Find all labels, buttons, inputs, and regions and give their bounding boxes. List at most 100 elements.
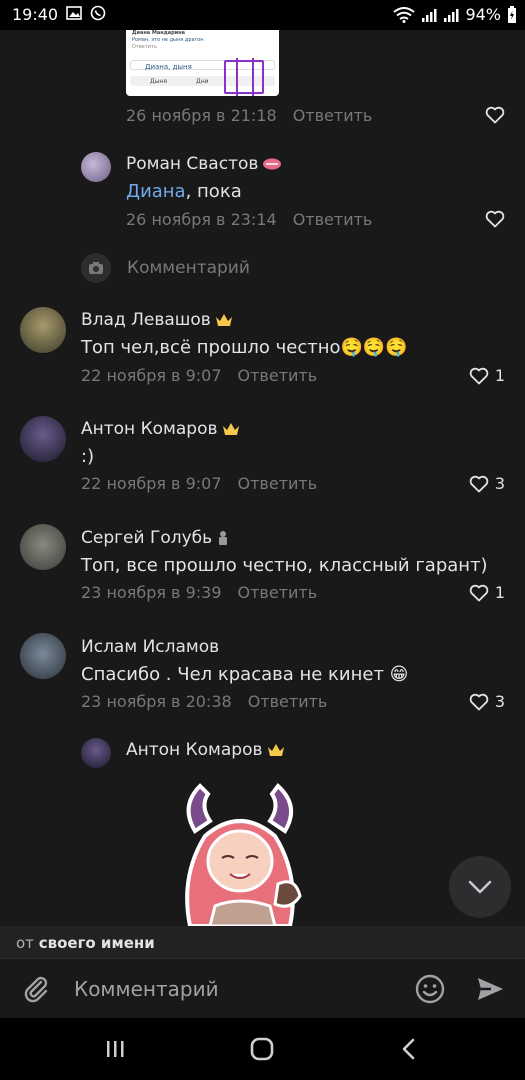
wifi-icon bbox=[393, 6, 416, 23]
like-button[interactable]: 1 bbox=[469, 583, 505, 602]
reply-button[interactable]: Ответить bbox=[238, 366, 318, 385]
like-button[interactable]: 3 bbox=[469, 474, 505, 493]
send-icon[interactable] bbox=[474, 973, 506, 1005]
gallery-icon bbox=[66, 6, 82, 20]
comment-meta: 23 ноября в 20:38 Ответить bbox=[81, 692, 327, 711]
reply-button[interactable]: Ответить bbox=[238, 583, 318, 602]
post-as-selector[interactable]: от своего имени bbox=[0, 926, 525, 958]
comment-text: :) bbox=[81, 446, 95, 467]
comment-meta: 23 ноября в 9:39 Ответить bbox=[81, 583, 317, 602]
comment-date: 23 ноября в 20:38 bbox=[81, 692, 232, 711]
comment-input-placeholder[interactable]: Комментарий bbox=[127, 258, 250, 278]
recent-apps-icon[interactable] bbox=[100, 1034, 130, 1064]
heart-icon bbox=[469, 693, 489, 710]
comment-text: Спасибо . Чел красава не кинет 😁 bbox=[81, 664, 409, 685]
paperclip-icon[interactable] bbox=[20, 973, 52, 1005]
avatar[interactable] bbox=[20, 307, 66, 353]
like-count: 1 bbox=[494, 583, 505, 602]
thumb-word-2: Дни bbox=[196, 78, 209, 85]
comment-author[interactable]: Антон Комаров bbox=[81, 419, 240, 439]
thumb-line-2: Роман, это не дыня драгон bbox=[132, 37, 204, 43]
sticker-image[interactable] bbox=[160, 776, 335, 926]
comments-feed[interactable]: Диана Мандарина Роман, это не дыня драго… bbox=[0, 30, 525, 926]
crown-icon bbox=[222, 423, 239, 435]
reply-button[interactable]: Ответить bbox=[248, 692, 328, 711]
like-button[interactable]: 3 bbox=[469, 692, 505, 711]
comment-text: Топ, все прошло честно, классный гарант) bbox=[81, 555, 488, 576]
avatar[interactable] bbox=[81, 738, 111, 768]
like-count: 3 bbox=[494, 474, 505, 493]
comment-author[interactable]: Сергей Голубь bbox=[81, 528, 230, 548]
signal-icon-2 bbox=[444, 8, 459, 22]
like-count: 1 bbox=[494, 366, 505, 385]
crown-icon bbox=[267, 744, 284, 756]
scroll-down-button[interactable] bbox=[449, 856, 511, 918]
composer-input[interactable]: Комментарий bbox=[74, 977, 219, 1001]
avatar[interactable] bbox=[20, 416, 66, 462]
battery-icon bbox=[508, 5, 516, 23]
comment-author[interactable]: Ислам Исламов bbox=[81, 637, 219, 657]
post-as-prefix: от bbox=[16, 934, 34, 952]
camera-icon bbox=[81, 253, 111, 283]
status-time: 19:40 bbox=[12, 5, 59, 24]
thumb-input-text: Диана, дыня bbox=[145, 63, 192, 71]
like-button[interactable]: 1 bbox=[469, 366, 505, 385]
author-name[interactable]: Антон Комаров bbox=[81, 419, 218, 439]
drawn-grid-mark bbox=[224, 58, 264, 96]
attached-screenshot[interactable]: Диана Мандарина Роман, это не дыня драго… bbox=[126, 30, 279, 96]
comment-date: 22 ноября в 9:07 bbox=[81, 474, 222, 493]
comment-date: 26 ноября в 23:14 bbox=[126, 210, 277, 229]
heart-icon bbox=[469, 475, 489, 492]
like-count: 3 bbox=[494, 692, 505, 711]
avatar[interactable] bbox=[20, 633, 66, 679]
system-nav-bar bbox=[0, 1018, 525, 1080]
avatar[interactable] bbox=[81, 152, 111, 182]
comment-date: 22 ноября в 9:07 bbox=[81, 366, 222, 385]
badge-icon bbox=[263, 158, 282, 170]
post-as-name[interactable]: своего имени bbox=[39, 934, 155, 952]
like-button[interactable] bbox=[485, 106, 505, 124]
back-icon[interactable] bbox=[394, 1034, 424, 1064]
status-right: 94% bbox=[393, 5, 517, 24]
mention-link[interactable]: Диана bbox=[126, 181, 186, 202]
avatar[interactable] bbox=[20, 524, 66, 570]
author-name[interactable]: Антон Комаров bbox=[126, 740, 263, 760]
author-name[interactable]: Сергей Голубь bbox=[81, 528, 212, 548]
comment-date: 26 ноября в 21:18 bbox=[126, 106, 277, 125]
statue-icon bbox=[219, 531, 228, 545]
comment-meta: 26 ноября в 23:14 Ответить bbox=[126, 210, 372, 229]
comment-body: , пока bbox=[185, 181, 242, 202]
comment-composer: Комментарий bbox=[0, 958, 525, 1018]
author-name[interactable]: Ислам Исламов bbox=[81, 637, 219, 657]
heart-icon bbox=[485, 106, 505, 124]
heart-icon bbox=[485, 210, 505, 228]
heart-icon bbox=[469, 367, 489, 384]
comment-text: Диана, пока bbox=[126, 181, 242, 202]
like-button[interactable] bbox=[485, 210, 505, 228]
home-icon[interactable] bbox=[247, 1034, 277, 1064]
smiley-icon[interactable] bbox=[414, 973, 446, 1005]
heart-icon bbox=[469, 584, 489, 601]
author-name[interactable]: Влад Левашов bbox=[81, 310, 211, 330]
status-bar: 19:40 94% bbox=[0, 0, 525, 30]
reply-button[interactable]: Ответить bbox=[238, 474, 318, 493]
comment-date: 23 ноября в 9:39 bbox=[81, 583, 222, 602]
thumb-line-1: Диана Мандарина bbox=[132, 30, 186, 36]
thumb-word-1: Дыня bbox=[150, 78, 167, 85]
comment-author[interactable]: Антон Комаров bbox=[126, 740, 285, 760]
comment-meta: 22 ноября в 9:07 Ответить bbox=[81, 366, 317, 385]
reply-comment-input[interactable]: Комментарий bbox=[81, 253, 250, 283]
chevron-down-icon bbox=[468, 880, 492, 894]
comment-author[interactable]: Роман Свастов bbox=[126, 154, 282, 174]
top-comment-meta: 26 ноября в 21:18 Ответить bbox=[126, 106, 372, 125]
comment-text: Топ чел,всё прошло честно🤤🤤🤤 bbox=[81, 337, 408, 358]
reply-button[interactable]: Ответить bbox=[293, 210, 373, 229]
author-name[interactable]: Роман Свастов bbox=[126, 154, 258, 174]
crown-icon bbox=[215, 314, 232, 326]
reply-button[interactable]: Ответить bbox=[293, 106, 373, 125]
thumb-line-3: Ответить bbox=[132, 44, 157, 50]
battery-percent: 94% bbox=[465, 5, 501, 24]
comment-author[interactable]: Влад Левашов bbox=[81, 310, 233, 330]
comment-meta: 22 ноября в 9:07 Ответить bbox=[81, 474, 317, 493]
signal-icon bbox=[422, 8, 437, 22]
